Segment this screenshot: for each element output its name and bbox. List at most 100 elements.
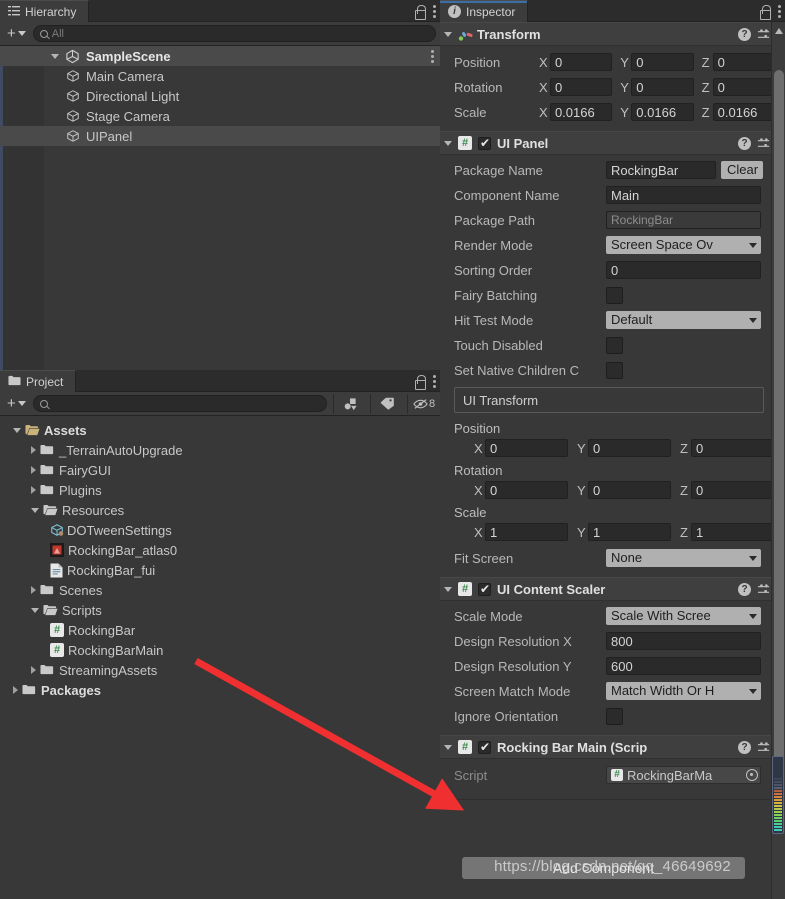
hierarchy-row-main-camera[interactable]: Main Camera <box>0 66 440 86</box>
ui-transform-header[interactable]: UI Transform <box>454 387 764 413</box>
transform-position-y[interactable]: 0 <box>631 53 694 71</box>
component-enable-checkbox[interactable] <box>478 136 491 150</box>
chevron-down-icon[interactable] <box>444 140 452 146</box>
transform-position-z[interactable]: 0 <box>712 53 775 71</box>
design-resolution-y-input[interactable]: 600 <box>606 657 761 675</box>
chevron-right-icon[interactable] <box>31 486 36 494</box>
component-header-rocking-bar-main[interactable]: # Rocking Bar Main (Scrip ? <box>440 735 785 759</box>
ignore-orientation-checkbox[interactable] <box>606 707 623 725</box>
preset-icon[interactable] <box>757 741 770 754</box>
scale-mode-dropdown[interactable]: Scale With Scree <box>606 607 761 625</box>
scroll-up-icon[interactable] <box>775 28 783 34</box>
transform-rotation-z[interactable]: 0 <box>712 78 775 96</box>
chevron-right-icon[interactable] <box>13 686 18 694</box>
project-row-dotweensettings[interactable]: DOTweenSettings <box>0 520 440 540</box>
transform-rotation-y[interactable]: 0 <box>631 78 694 96</box>
touch-disabled-checkbox[interactable] <box>606 336 623 354</box>
transform-rotation-x[interactable]: 0 <box>549 78 613 96</box>
scrollbar-thumb[interactable] <box>774 70 784 790</box>
project-row-scripts[interactable]: Scripts <box>0 600 440 620</box>
project-row-plugins[interactable]: Plugins <box>0 480 440 500</box>
hierarchy-add-button[interactable]: + <box>4 25 29 43</box>
transform-scale-z[interactable]: 0.0166 <box>712 103 775 121</box>
scene-menu-icon[interactable] <box>431 50 434 63</box>
ui-transform-rotation-z[interactable]: 0 <box>691 481 774 499</box>
ui-transform-position-z[interactable]: 0 <box>691 439 774 457</box>
chevron-right-icon[interactable] <box>31 586 36 594</box>
transform-scale-y[interactable]: 0.0166 <box>631 103 694 121</box>
project-menu-icon[interactable] <box>433 374 436 388</box>
lock-icon[interactable] <box>759 4 771 20</box>
object-picker-icon[interactable] <box>746 769 758 781</box>
chevron-right-icon[interactable] <box>31 446 36 454</box>
chevron-right-icon[interactable] <box>31 666 36 674</box>
project-row-fairygui[interactable]: FairyGUI <box>0 460 440 480</box>
fit-screen-dropdown[interactable]: None <box>606 549 761 567</box>
chevron-down-icon[interactable] <box>444 744 452 750</box>
project-row-assets[interactable]: Assets <box>0 420 440 440</box>
component-name-input[interactable]: Main <box>606 186 761 204</box>
project-row-scenes[interactable]: Scenes <box>0 580 440 600</box>
chevron-down-icon[interactable] <box>444 31 452 37</box>
hierarchy-row-stage-camera[interactable]: Stage Camera <box>0 106 440 126</box>
hierarchy-row-uipanel[interactable]: UIPanel <box>0 126 440 146</box>
tab-project[interactable]: Project <box>0 370 77 392</box>
screen-match-mode-dropdown[interactable]: Match Width Or H <box>606 682 761 700</box>
set-native-children-checkbox[interactable] <box>606 361 623 379</box>
chevron-down-icon[interactable] <box>31 507 39 513</box>
project-row-resources[interactable]: Resources <box>0 500 440 520</box>
preset-icon[interactable] <box>757 28 770 41</box>
help-icon[interactable]: ? <box>738 740 751 754</box>
hit-test-mode-dropdown[interactable]: Default <box>606 311 761 329</box>
inspector-menu-icon[interactable] <box>778 4 781 18</box>
project-row-rockingbarmain[interactable]: # RockingBarMain <box>0 640 440 660</box>
project-row-terrainautoupgrade[interactable]: _TerrainAutoUpgrade <box>0 440 440 460</box>
project-row-rockingbar[interactable]: # RockingBar <box>0 620 440 640</box>
fairy-batching-checkbox[interactable] <box>606 286 623 304</box>
tab-hierarchy[interactable]: Hierarchy <box>0 0 90 22</box>
chevron-down-icon[interactable] <box>13 427 21 433</box>
ui-transform-position-x[interactable]: 0 <box>485 439 568 457</box>
project-row-packages[interactable]: Packages <box>0 680 440 700</box>
lock-icon[interactable] <box>414 4 426 20</box>
transform-scale-x[interactable]: 0.0166 <box>549 103 613 121</box>
tab-inspector[interactable]: i Inspector <box>440 0 529 22</box>
project-row-rockingbar-atlas0[interactable]: RockingBar_atlas0 <box>0 540 440 560</box>
component-enable-checkbox[interactable] <box>478 740 491 754</box>
hierarchy-menu-icon[interactable] <box>433 4 436 18</box>
project-row-streamingassets[interactable]: StreamingAssets <box>0 660 440 680</box>
clear-button[interactable]: Clear <box>721 161 763 179</box>
hidden-assets-button[interactable]: 8 <box>407 393 440 414</box>
design-resolution-x-input[interactable]: 800 <box>606 632 761 650</box>
sorting-order-input[interactable]: 0 <box>606 261 761 279</box>
ui-transform-scale-y[interactable]: 1 <box>588 523 671 541</box>
help-icon[interactable]: ? <box>738 582 751 596</box>
component-header-ui-panel[interactable]: # UI Panel ? <box>440 131 785 155</box>
chevron-down-icon[interactable] <box>51 53 59 59</box>
render-mode-dropdown[interactable]: Screen Space Ov <box>606 236 761 254</box>
project-add-button[interactable]: + <box>4 395 29 413</box>
filter-by-type-button[interactable] <box>333 393 366 414</box>
chevron-down-icon[interactable] <box>31 607 39 613</box>
chevron-down-icon[interactable] <box>444 586 452 592</box>
component-enable-checkbox[interactable] <box>478 582 491 596</box>
component-header-transform[interactable]: Transform ? <box>440 22 785 46</box>
help-icon[interactable]: ? <box>738 27 751 41</box>
hierarchy-search-input[interactable]: All <box>32 25 436 42</box>
project-row-rockingbar-fui[interactable]: RockingBar_fui <box>0 560 440 580</box>
transform-position-x[interactable]: 0 <box>549 53 613 71</box>
script-object-field[interactable]: # RockingBarMa <box>606 766 761 784</box>
ui-transform-scale-z[interactable]: 1 <box>691 523 774 541</box>
preset-icon[interactable] <box>757 583 770 596</box>
preset-icon[interactable] <box>757 137 770 150</box>
hierarchy-row-samplescene[interactable]: SampleScene <box>0 46 440 66</box>
inspector-scrollbar[interactable] <box>771 22 785 899</box>
ui-transform-position-y[interactable]: 0 <box>588 439 671 457</box>
ui-transform-rotation-x[interactable]: 0 <box>485 481 568 499</box>
ui-transform-rotation-y[interactable]: 0 <box>588 481 671 499</box>
package-name-input[interactable]: RockingBar <box>606 161 716 179</box>
hierarchy-row-directional-light[interactable]: Directional Light <box>0 86 440 106</box>
component-header-ui-content-scaler[interactable]: # UI Content Scaler ? <box>440 577 785 601</box>
lock-icon[interactable] <box>414 374 426 390</box>
project-search-input[interactable] <box>32 395 327 412</box>
